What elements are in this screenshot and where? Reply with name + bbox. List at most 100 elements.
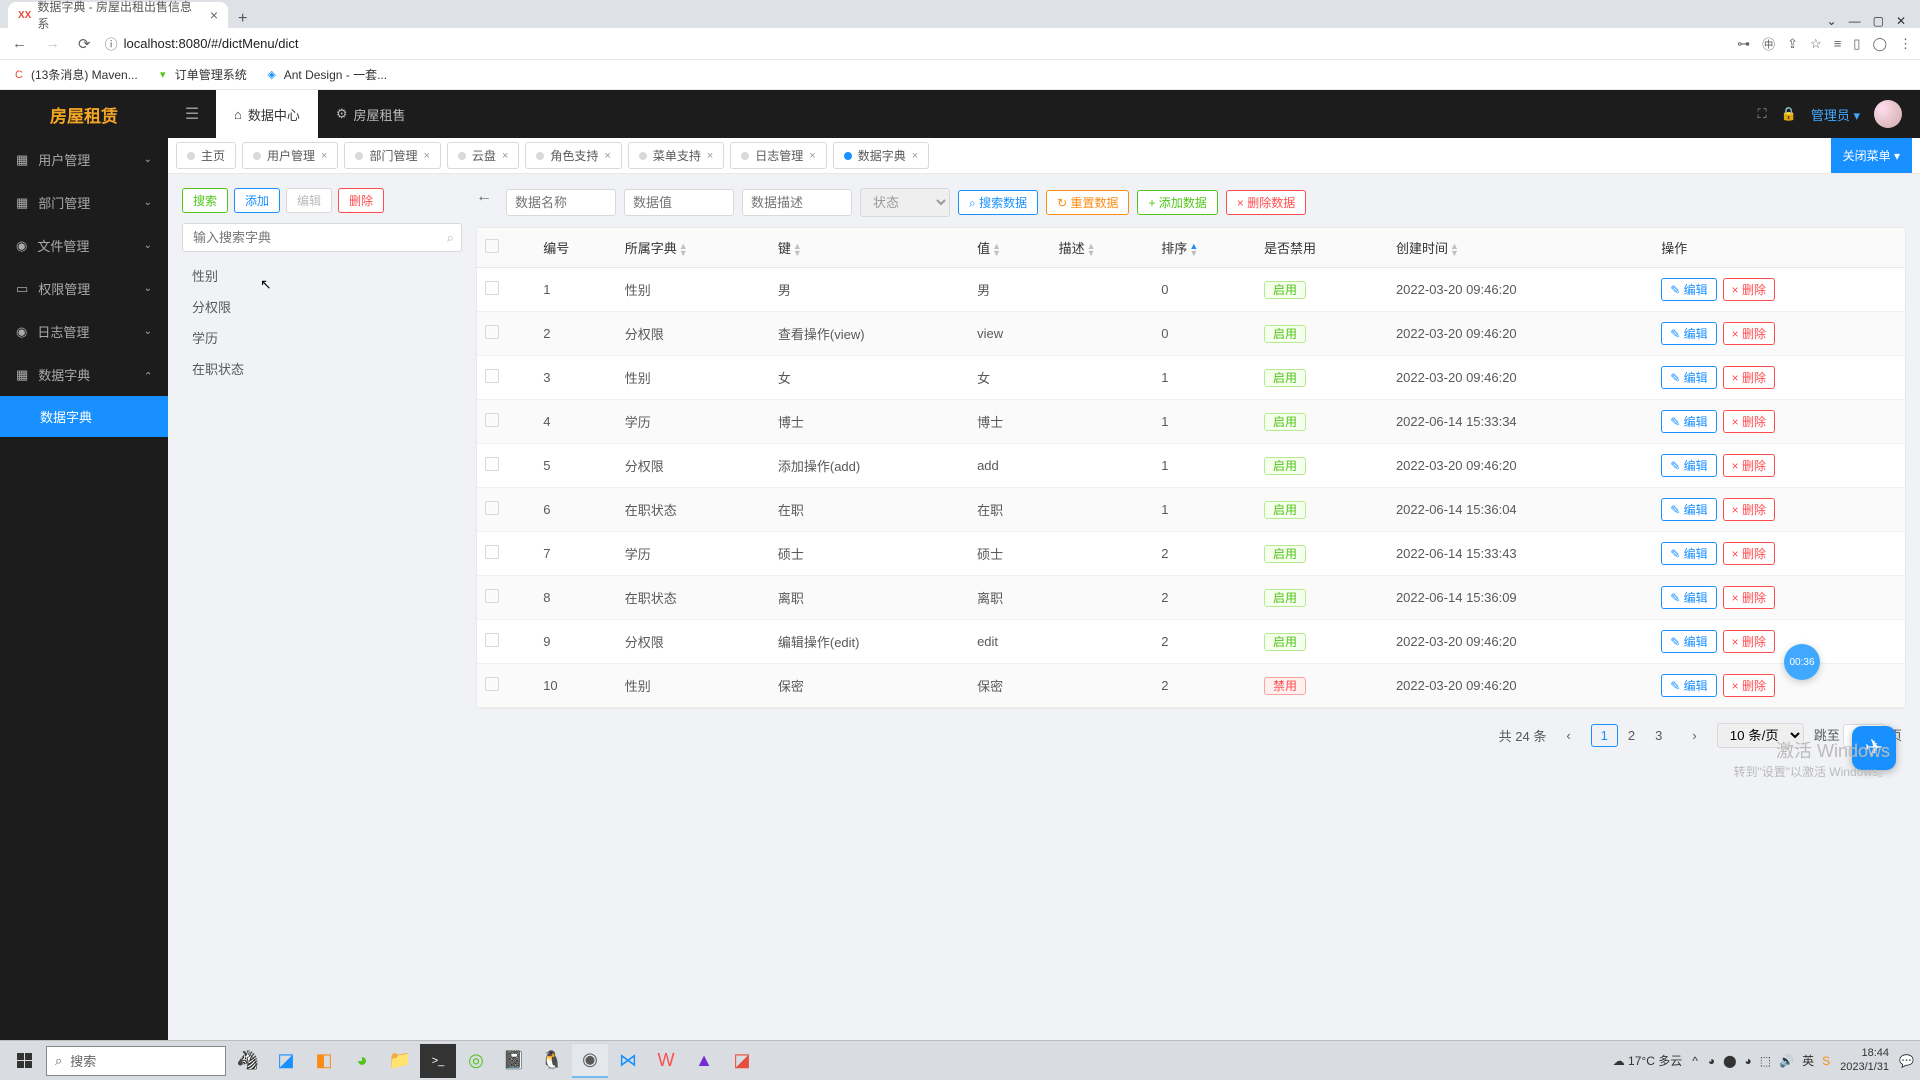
- page-number[interactable]: 1: [1591, 724, 1618, 747]
- close-icon[interactable]: ×: [210, 7, 218, 23]
- row-checkbox[interactable]: [485, 501, 499, 515]
- star-icon[interactable]: ☆: [1810, 36, 1822, 52]
- avatar[interactable]: [1874, 100, 1902, 128]
- translate-icon[interactable]: ㊥: [1762, 34, 1775, 53]
- close-menu-button[interactable]: 关闭菜单 ▾: [1831, 138, 1912, 173]
- key-icon[interactable]: ⊶: [1737, 36, 1750, 52]
- page-number[interactable]: 2: [1618, 724, 1645, 747]
- fullscreen-icon[interactable]: ⛶: [1758, 106, 1767, 122]
- edit-button[interactable]: ✎ 编辑: [1661, 278, 1716, 301]
- delete-button[interactable]: × 删除: [1723, 366, 1775, 389]
- prev-page-button[interactable]: ‹: [1556, 724, 1580, 747]
- sidebar-item[interactable]: ▦ 部门管理 ⌄: [0, 181, 168, 224]
- terminal-icon[interactable]: >_: [420, 1044, 456, 1078]
- forward-icon[interactable]: →: [41, 35, 64, 52]
- close-window-icon[interactable]: ✕: [1896, 14, 1906, 28]
- sidebar-item[interactable]: ▦ 数据字典 ⌄: [0, 353, 168, 396]
- reading-list-icon[interactable]: ≡: [1834, 36, 1842, 51]
- bookmark-item[interactable]: ◈ Ant Design - 一套...: [265, 66, 387, 83]
- notifications-icon[interactable]: 💬: [1899, 1054, 1914, 1068]
- tray-icon[interactable]: ◕: [1745, 1054, 1752, 1068]
- filter-status-select[interactable]: 状态: [860, 188, 950, 217]
- dict-edit-button[interactable]: 编辑: [286, 188, 332, 213]
- row-checkbox[interactable]: [485, 281, 499, 295]
- delete-button[interactable]: × 删除: [1723, 278, 1775, 301]
- url-field[interactable]: ⓘ localhost:8080/#/dictMenu/dict: [105, 34, 1728, 53]
- app-icon[interactable]: W: [648, 1044, 684, 1078]
- ime-brand-icon[interactable]: S: [1822, 1054, 1830, 1068]
- delete-button[interactable]: × 删除: [1723, 410, 1775, 433]
- dict-search-button[interactable]: 搜索: [182, 188, 228, 213]
- sidebar-item[interactable]: ▭ 权限管理 ⌄: [0, 267, 168, 310]
- column-header[interactable]: 键▲▼: [770, 228, 969, 268]
- top-nav-item[interactable]: ⌂数据中心: [216, 90, 318, 138]
- delete-button[interactable]: × 删除: [1723, 586, 1775, 609]
- close-icon[interactable]: ×: [604, 150, 610, 162]
- page-tab[interactable]: 主页: [176, 142, 236, 169]
- tray-chevron-icon[interactable]: ^: [1692, 1054, 1698, 1068]
- page-tab[interactable]: 角色支持 ×: [525, 142, 621, 169]
- maximize-icon[interactable]: ▢: [1873, 14, 1884, 28]
- close-icon[interactable]: ×: [423, 150, 429, 162]
- bookmark-item[interactable]: C (13条消息) Maven...: [12, 66, 138, 83]
- browser-tab[interactable]: XX 数据字典 - 房屋出租出售信息系 ×: [8, 2, 228, 28]
- share-icon[interactable]: ⇪: [1787, 36, 1798, 52]
- delete-data-button[interactable]: × 删除数据: [1226, 190, 1306, 215]
- app-icon[interactable]: 🦓: [230, 1044, 266, 1078]
- close-icon[interactable]: ×: [707, 150, 713, 162]
- new-tab-button[interactable]: +: [228, 10, 257, 28]
- app-icon[interactable]: ◎: [458, 1044, 494, 1078]
- page-tab[interactable]: 云盘 ×: [447, 142, 519, 169]
- row-checkbox[interactable]: [485, 457, 499, 471]
- weather-widget[interactable]: ☁ 17°C 多云: [1613, 1052, 1683, 1069]
- filter-name-input[interactable]: [506, 189, 616, 216]
- edit-button[interactable]: ✎ 编辑: [1661, 410, 1716, 433]
- sidebar-item[interactable]: ▦ 用户管理 ⌄: [0, 138, 168, 181]
- taskbar-search[interactable]: ⌕ 搜索: [46, 1046, 226, 1076]
- column-header[interactable]: 是否禁用: [1256, 228, 1388, 268]
- edit-button[interactable]: ✎ 编辑: [1661, 454, 1716, 477]
- column-header[interactable]: 值▲▼: [969, 228, 1051, 268]
- row-checkbox[interactable]: [485, 325, 499, 339]
- delete-button[interactable]: × 删除: [1723, 454, 1775, 477]
- edit-button[interactable]: ✎ 编辑: [1661, 542, 1716, 565]
- dict-item[interactable]: 性别: [182, 260, 462, 291]
- sidebar-item[interactable]: ◉ 文件管理 ⌄: [0, 224, 168, 267]
- back-arrow-icon[interactable]: ←: [476, 188, 492, 206]
- search-data-button[interactable]: ⌕ 搜索数据: [958, 190, 1038, 215]
- menu-icon[interactable]: ⋮: [1899, 36, 1912, 52]
- edit-button[interactable]: ✎ 编辑: [1661, 630, 1716, 653]
- bookmark-item[interactable]: ▾ 订单管理系统: [156, 66, 247, 83]
- ime-icon[interactable]: 英: [1802, 1052, 1814, 1069]
- column-header[interactable]: 排序▲▼: [1153, 228, 1256, 268]
- file-explorer-icon[interactable]: 📁: [382, 1044, 418, 1078]
- row-checkbox[interactable]: [485, 633, 499, 647]
- edit-button[interactable]: ✎ 编辑: [1661, 322, 1716, 345]
- close-icon[interactable]: ×: [809, 150, 815, 162]
- page-tab[interactable]: 菜单支持 ×: [628, 142, 724, 169]
- profile-icon[interactable]: ◯: [1872, 36, 1887, 52]
- wechat-icon[interactable]: ◕: [344, 1044, 380, 1078]
- next-page-button[interactable]: ›: [1682, 724, 1706, 747]
- dict-item[interactable]: 学历: [182, 322, 462, 353]
- chevron-down-icon[interactable]: ⌄: [1827, 14, 1837, 28]
- search-icon[interactable]: ⌕: [447, 230, 454, 246]
- row-checkbox[interactable]: [485, 413, 499, 427]
- delete-button[interactable]: × 删除: [1723, 674, 1775, 697]
- add-data-button[interactable]: + 添加数据: [1137, 190, 1217, 215]
- dict-item[interactable]: 在职状态: [182, 353, 462, 384]
- select-all-checkbox[interactable]: [485, 239, 499, 253]
- intellij-icon[interactable]: ◪: [724, 1044, 760, 1078]
- sidebar-subitem[interactable]: 数据字典: [0, 396, 168, 437]
- column-header[interactable]: 编号: [535, 228, 617, 268]
- lock-icon[interactable]: 🔒: [1781, 106, 1797, 122]
- page-tab[interactable]: 部门管理 ×: [344, 142, 440, 169]
- extensions-icon[interactable]: ▯: [1853, 36, 1860, 52]
- delete-button[interactable]: × 删除: [1723, 542, 1775, 565]
- dict-item[interactable]: 分权限: [182, 291, 462, 322]
- minimize-icon[interactable]: —: [1849, 14, 1861, 28]
- filter-desc-input[interactable]: [742, 189, 852, 216]
- app-icon[interactable]: ◪: [268, 1044, 304, 1078]
- dict-add-button[interactable]: 添加: [234, 188, 280, 213]
- app-icon[interactable]: ▲: [686, 1044, 722, 1078]
